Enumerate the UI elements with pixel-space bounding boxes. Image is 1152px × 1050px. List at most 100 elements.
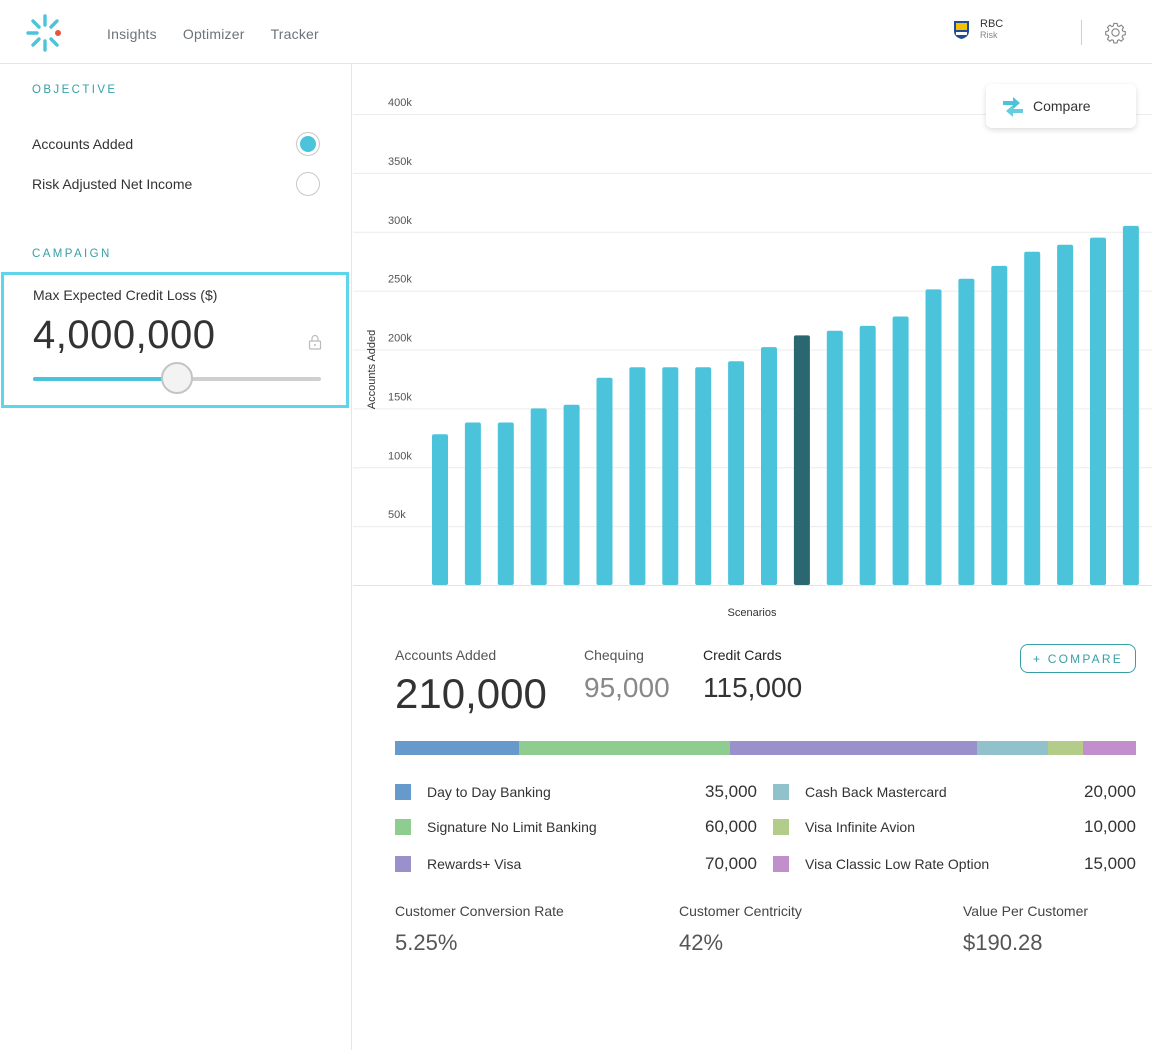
y-tick-label: 400k [388,97,412,109]
radio-selected[interactable] [296,132,320,156]
org-switcher[interactable]: RBC Risk [953,18,1003,41]
kpi-value-conversion: 5.25% [395,930,458,955]
top-header: Insights Optimizer Tracker RBC Risk [0,0,1152,64]
y-tick-label: 300k [388,215,412,227]
scenario-bar-selected[interactable] [793,335,810,585]
legend-name: Cash Back Mastercard [805,784,947,800]
legend-swatch [773,856,789,872]
scenario-bar[interactable] [1122,225,1139,585]
scenario-bar[interactable] [859,325,876,585]
sparkle-logo-icon[interactable] [24,12,66,54]
legend-swatch [395,784,411,800]
rbc-shield-logo-icon [954,20,969,39]
slider-thumb[interactable] [161,362,193,394]
scenario-bar[interactable] [991,265,1008,585]
kpi-value-value-per-customer: $190.28 [963,930,1043,955]
stack-segment [1047,741,1084,755]
scenario-bar[interactable] [563,404,580,585]
nav-insights[interactable]: Insights [107,26,157,42]
scenario-bar[interactable] [530,408,547,585]
stack-segment [977,741,1048,755]
stack-segment [395,741,519,755]
scenario-bar[interactable] [826,330,843,585]
legend-item: Visa Infinite Avion 10,000 [773,817,1136,837]
credit-cards-value: 115,000 [703,672,803,703]
compare-card-label: Compare [1033,98,1091,114]
scenario-bar[interactable] [761,347,777,585]
legend-value: 60,000 [705,817,757,836]
add-compare-button[interactable]: + COMPARE [1020,644,1136,673]
scenario-bar[interactable] [728,361,745,585]
accounts-added-value: 210,000 [395,670,547,717]
nav-optimizer[interactable]: Optimizer [183,26,245,42]
y-tick-label: 350k [388,156,412,168]
main-nav: Insights Optimizer Tracker [107,26,319,42]
legend-swatch [395,819,411,835]
legend-value: 20,000 [1084,782,1136,801]
scenario-bar[interactable] [432,434,448,585]
gear-icon[interactable] [1104,21,1127,44]
objective-accounts-added[interactable]: Accounts Added [32,131,320,157]
legend-name: Rewards+ Visa [427,856,522,872]
chequing-value: 95,000 [584,672,670,703]
radio-dot [300,136,316,152]
slider-fill [33,377,177,381]
legend-name: Visa Classic Low Rate Option [805,856,990,872]
objective-risk-adjusted[interactable]: Risk Adjusted Net Income [32,171,320,197]
compare-card-button[interactable]: Compare [986,84,1136,128]
scenario-bar[interactable] [1057,244,1074,585]
legend-name: Day to Day Banking [427,784,551,800]
kpi-label-value-per-customer: Value Per Customer [963,903,1089,919]
scenario-bar[interactable] [497,422,514,586]
kpi-label-centricity: Customer Centricity [679,903,802,919]
scenario-bar[interactable] [464,422,481,586]
campaign-credit-loss-card[interactable]: Max Expected Credit Loss ($) 4,000,000 [1,272,349,408]
sidebar: OBJECTIVE Accounts Added Risk Adjusted N… [0,64,352,1050]
bar-chart-svg: 50k 100k 150k 200k 250k 300k 350k 400k Accounts … [353,97,1152,619]
scenario-bar[interactable] [662,367,679,585]
scenario-bar[interactable] [1090,237,1106,585]
legend-value: 10,000 [1084,817,1136,836]
org-role: Risk [980,30,998,40]
scenarios-chart: 50k 100k 150k 200k 250k 300k 350k 400k Accounts … [353,64,1152,624]
swap-arrows-icon [1003,97,1023,117]
objective-label: Risk Adjusted Net Income [32,176,193,192]
y-axis-label: Accounts Added [366,330,378,410]
objective-label: Accounts Added [32,136,134,152]
scenario-bar[interactable] [925,289,942,585]
legend-value: 70,000 [705,854,757,873]
legend-item: Signature No Limit Banking 60,000 [395,817,757,837]
scenario-bar[interactable] [1024,251,1041,586]
stack-segment [518,741,731,755]
credit-cards-label: Credit Cards [703,647,782,663]
legend-name: Signature No Limit Banking [427,819,597,835]
accounts-added-label: Accounts Added [395,647,497,663]
radio-unselected[interactable] [296,172,320,196]
lock-icon[interactable] [307,333,323,351]
legend-name: Visa Infinite Avion [805,819,916,835]
y-tick-label: 150k [388,391,412,403]
header-divider [1081,20,1082,45]
scenario-bar[interactable] [695,367,712,585]
breakdown-stacked-bar [395,741,1136,755]
y-tick-label: 100k [388,450,412,462]
credit-loss-value[interactable]: 4,000,000 [33,313,215,358]
y-tick-label: 200k [388,333,412,345]
credit-loss-slider[interactable] [33,362,321,394]
legend-swatch [773,784,789,800]
legend-item: Day to Day Banking 35,000 [395,782,757,802]
scenario-bar[interactable] [892,316,909,586]
nav-tracker[interactable]: Tracker [271,26,319,42]
legend-value: 35,000 [705,782,757,801]
y-tick-label: 50k [388,509,406,521]
scenario-bar[interactable] [596,377,613,585]
credit-loss-label: Max Expected Credit Loss ($) [33,287,218,303]
legend-item: Visa Classic Low Rate Option 15,000 [773,854,1136,874]
kpi-value-centricity: 42% [679,930,724,955]
stack-segment [1083,741,1136,755]
scenario-bar[interactable] [629,367,646,585]
y-tick-label: 250k [388,274,412,286]
campaign-title: CAMPAIGN [32,248,112,260]
legend-item: Rewards+ Visa 70,000 [395,854,757,874]
scenario-bar[interactable] [958,278,975,585]
